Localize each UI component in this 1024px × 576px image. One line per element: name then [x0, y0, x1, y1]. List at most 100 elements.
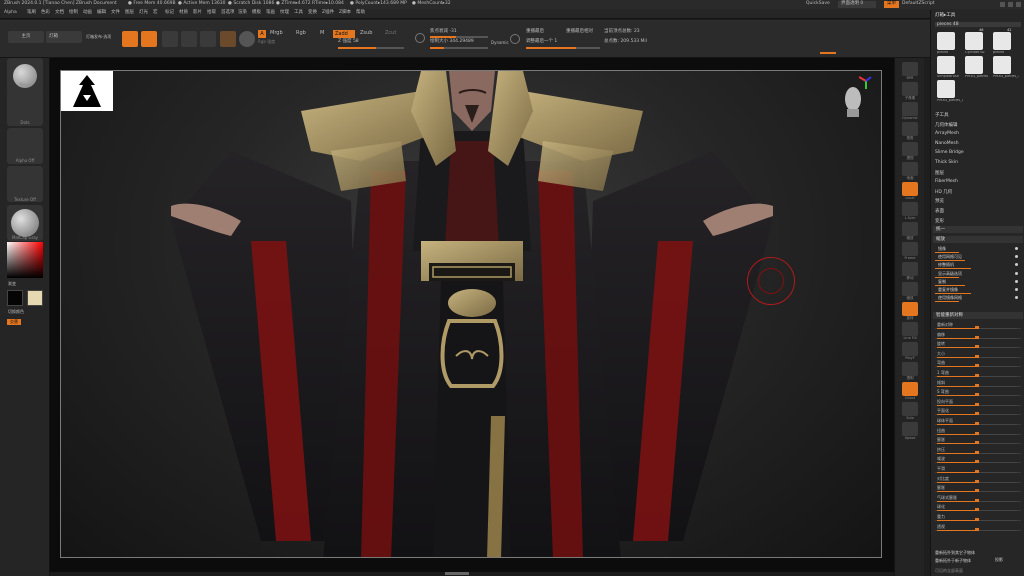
- shelf-button[interactable]: [902, 142, 918, 156]
- menu-item[interactable]: 标记: [165, 10, 174, 16]
- deform-slider-knob[interactable]: [975, 441, 979, 445]
- m-toggle[interactable]: M: [320, 31, 324, 36]
- rotate-mode-button[interactable]: [200, 31, 216, 47]
- z-intensity-slider[interactable]: Z 强度 58: [338, 39, 359, 45]
- maximize-icon[interactable]: [1008, 2, 1013, 7]
- menu-item[interactable]: 色彩: [41, 10, 50, 16]
- bottom-shelf-toggle[interactable]: [445, 572, 469, 575]
- shelf-button[interactable]: [902, 282, 918, 296]
- shelf-button[interactable]: [902, 202, 918, 216]
- scale-mode-button[interactable]: [181, 31, 197, 47]
- rgb-toggle[interactable]: Rgb: [296, 31, 306, 36]
- deform-slider[interactable]: 弯曲: [935, 360, 1021, 368]
- shelf-button[interactable]: [902, 162, 918, 176]
- shelf-button[interactable]: [902, 402, 918, 416]
- ui-transparency-slider[interactable]: 界面透明 0: [838, 1, 876, 8]
- home-button[interactable]: 主页: [8, 31, 44, 43]
- deform-slider[interactable]: 平面化: [935, 408, 1021, 416]
- deform-slider[interactable]: 噪波: [935, 456, 1021, 464]
- tool-thumbnail[interactable]: [937, 56, 955, 74]
- menu-item[interactable]: 绘制: [69, 10, 78, 16]
- palette-menu-item[interactable]: 几何体编辑: [935, 122, 1021, 128]
- deform-slider[interactable]: 大小: [935, 351, 1021, 358]
- menu-item[interactable]: Alpha: [4, 10, 17, 16]
- shelf-button[interactable]: [902, 302, 918, 316]
- deform-slider-knob[interactable]: [975, 335, 979, 339]
- document-canvas[interactable]: [60, 70, 882, 558]
- menu-item[interactable]: 文档: [55, 10, 64, 16]
- retopo-new-button[interactable]: 重新拓扑于新子物体: [935, 558, 1021, 564]
- deform-slider-knob[interactable]: [975, 383, 979, 387]
- zadd-toggle[interactable]: Zadd: [333, 30, 355, 38]
- zcut-toggle[interactable]: Zcut: [385, 31, 396, 36]
- menu-item[interactable]: 工具: [294, 10, 303, 16]
- menu-item[interactable]: 编辑: [97, 10, 106, 16]
- deform-slider-knob[interactable]: [975, 479, 979, 483]
- deform-slider[interactable]: 1 弯曲: [935, 370, 1021, 377]
- menu-button[interactable]: 菜单: [884, 1, 899, 8]
- deform-slider[interactable]: 膨胀: [935, 485, 1021, 493]
- deform-slider-knob[interactable]: [975, 393, 979, 397]
- deform-slider-knob[interactable]: [975, 412, 979, 416]
- deform-slider[interactable]: 重新对称: [935, 322, 1021, 329]
- draw-size-slider[interactable]: 绘制大小 344.29489: [430, 39, 474, 45]
- deform-slider-knob[interactable]: [975, 450, 979, 454]
- deform-slider-knob[interactable]: [975, 518, 979, 521]
- menu-item[interactable]: 宏: [153, 10, 158, 16]
- project-button[interactable]: 投影: [995, 558, 1003, 562]
- pieces-slider[interactable]: pieces 48: [935, 22, 1021, 27]
- palette-menu-item[interactable]: HD 几何: [935, 189, 1021, 195]
- shelf-button[interactable]: [902, 102, 918, 116]
- dynamic-toggle[interactable]: Dynamic: [491, 41, 509, 45]
- close-icon[interactable]: [1016, 2, 1021, 7]
- menu-item[interactable]: 文件: [111, 10, 120, 16]
- quicksave-button[interactable]: QuickSave: [806, 1, 830, 7]
- deform-slider-knob[interactable]: [975, 527, 979, 531]
- gradient-label[interactable]: 渐变: [8, 282, 16, 286]
- deform-slider-knob[interactable]: [975, 431, 979, 435]
- deform-slider[interactable]: 平滑: [935, 466, 1021, 473]
- tool-thumbnail[interactable]: [993, 32, 1011, 50]
- toggle-dot[interactable]: [1015, 271, 1018, 275]
- shelf-button[interactable]: [902, 62, 918, 76]
- deform-slider-knob[interactable]: [975, 402, 979, 406]
- axis-gizmo-icon[interactable]: [858, 73, 873, 91]
- menu-item[interactable]: 动画: [83, 10, 92, 16]
- menu-item[interactable]: 材质: [179, 10, 188, 16]
- deform-slider[interactable]: 球体平面: [935, 418, 1021, 425]
- shelf-button[interactable]: [902, 82, 918, 96]
- alternate-button[interactable]: 交替: [7, 319, 21, 325]
- deform-slider-knob[interactable]: [975, 374, 979, 377]
- palette-menu-item[interactable]: FiberMesh: [935, 179, 1021, 184]
- palette-menu-item[interactable]: 预览: [935, 198, 1021, 204]
- deform-slider-knob[interactable]: [975, 345, 979, 349]
- lightbox-button[interactable]: 灯箱: [46, 31, 82, 43]
- deform-slider[interactable]: 球化: [935, 504, 1021, 512]
- deform-slider[interactable]: 对比度: [935, 476, 1021, 483]
- toggle-dot[interactable]: [1015, 247, 1018, 250]
- palette-menu-item[interactable]: 表面: [935, 208, 1021, 214]
- z-intensity-track[interactable]: [338, 47, 404, 49]
- menu-item[interactable]: 纹理: [280, 10, 289, 16]
- material-swatch-icon[interactable]: [220, 31, 236, 47]
- deform-slider[interactable]: S 弯曲: [935, 389, 1021, 397]
- shelf-button[interactable]: [902, 262, 918, 276]
- shelf-button[interactable]: [902, 122, 918, 136]
- crosshair-icon[interactable]: [415, 33, 425, 43]
- shelf-button[interactable]: [902, 362, 918, 376]
- deform-slider-knob[interactable]: [975, 326, 979, 329]
- focal-shift-slider[interactable]: 焦点衰减 -31: [430, 29, 457, 35]
- menu-item[interactable]: 模板: [252, 10, 261, 16]
- deform-slider[interactable]: 旋转: [935, 341, 1021, 349]
- section-header[interactable]: 缩放: [933, 236, 1023, 243]
- palette-menu-item[interactable]: ArrayMesh: [935, 131, 1021, 136]
- deform-slider-knob[interactable]: [975, 470, 979, 473]
- menu-item[interactable]: 图层: [125, 10, 134, 16]
- tool-thumbnail[interactable]: [993, 56, 1011, 74]
- menu-item[interactable]: 灯光: [139, 10, 148, 16]
- menu-item[interactable]: 帮助: [356, 10, 365, 16]
- palette-menu-item[interactable]: 子工具: [935, 112, 1021, 118]
- menu-item[interactable]: 渲染: [238, 10, 247, 16]
- menu-item[interactable]: Z插件: [322, 10, 334, 16]
- palette-menu-item[interactable]: NanoMesh: [935, 141, 1021, 146]
